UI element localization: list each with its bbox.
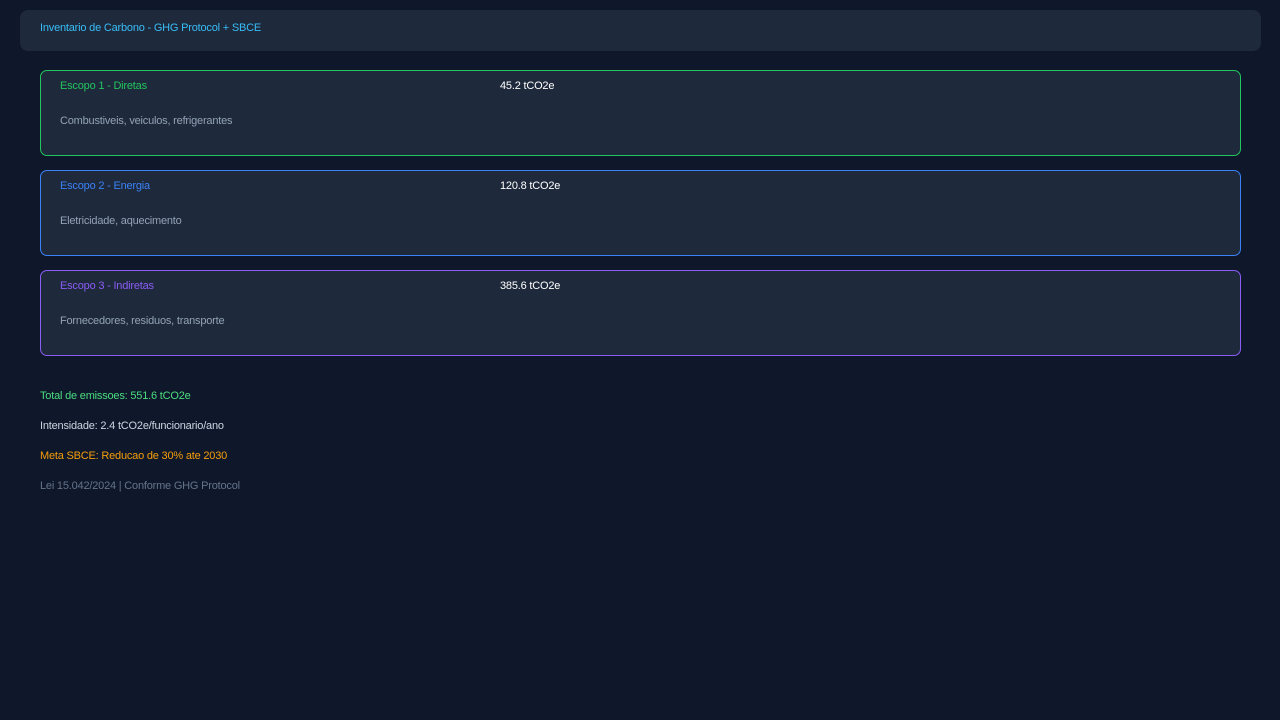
scope-value: 385.6 tCO2e — [500, 280, 561, 292]
scope-name: Escopo 2 - Energia — [60, 180, 150, 192]
scope-description: Eletricidade, aquecimento — [60, 215, 182, 227]
page-title: Inventario de Carbono - GHG Protocol + S… — [40, 22, 261, 34]
scope-description: Fornecedores, residuos, transporte — [60, 315, 225, 327]
scope-name: Escopo 3 - Indiretas — [60, 280, 154, 292]
scope-card-3: Escopo 3 - Indiretas 385.6 tCO2e Fornece… — [40, 270, 1241, 356]
intensity-text: Intensidade: 2.4 tCO2e/funcionario/ano — [40, 420, 224, 432]
scope-card-1: Escopo 1 - Diretas 45.2 tCO2e Combustive… — [40, 70, 1241, 156]
scope-value: 120.8 tCO2e — [500, 180, 561, 192]
sbce-goal: Meta SBCE: Reducao de 30% ate 2030 — [40, 450, 228, 462]
compliance-note: Lei 15.042/2024 | Conforme GHG Protocol — [40, 480, 240, 492]
scope-value: 45.2 tCO2e — [500, 80, 555, 92]
scope-card-2: Escopo 2 - Energia 120.8 tCO2e Eletricid… — [40, 170, 1241, 256]
header-bar: Inventario de Carbono - GHG Protocol + S… — [20, 10, 1261, 51]
scope-description: Combustiveis, veiculos, refrigerantes — [60, 115, 233, 127]
scope-name: Escopo 1 - Diretas — [60, 80, 147, 92]
total-emissions: Total de emissoes: 551.6 tCO2e — [40, 390, 191, 402]
